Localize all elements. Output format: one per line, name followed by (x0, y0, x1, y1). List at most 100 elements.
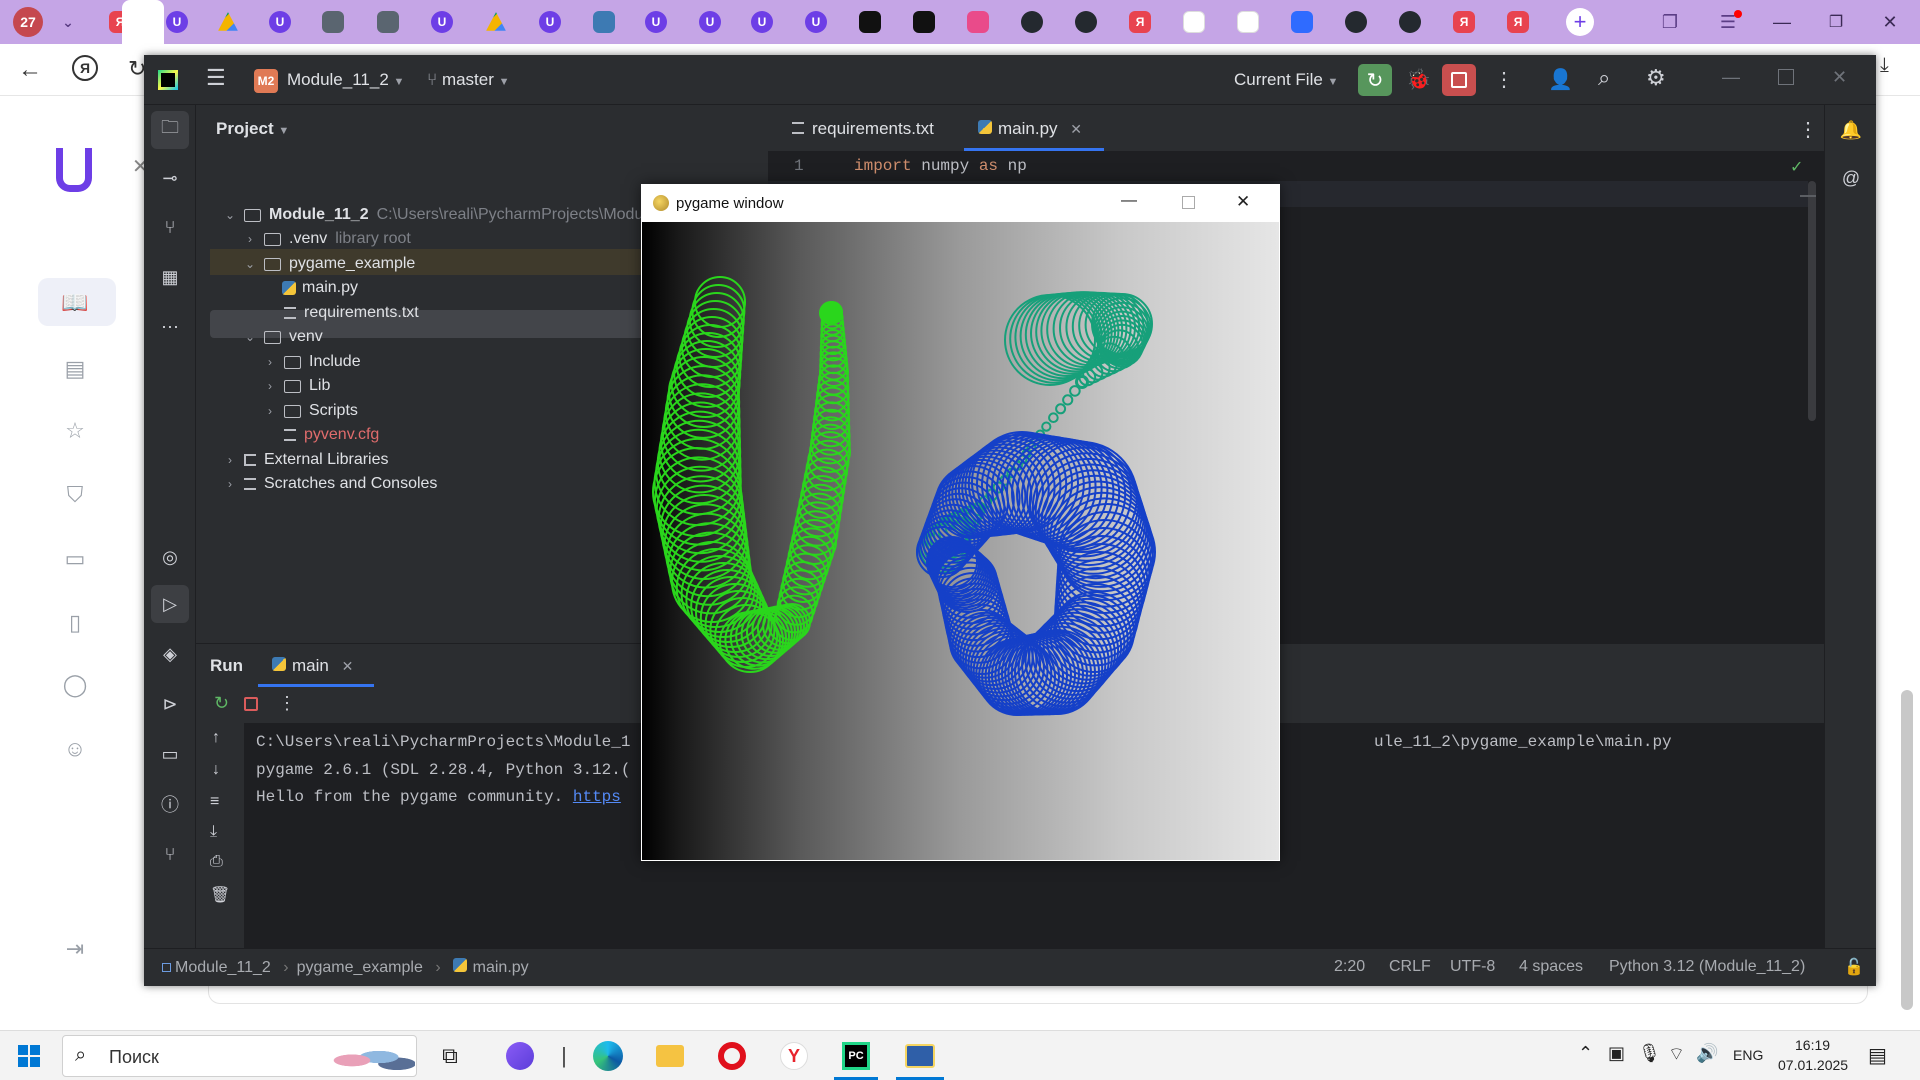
structure-icon[interactable]: ▦ (158, 265, 182, 289)
browser-tab-brand-u-icon[interactable]: U (748, 8, 776, 36)
breadcrumb-folder[interactable]: pygame_example (297, 959, 423, 976)
browser-tab-column-icon[interactable] (319, 8, 347, 36)
more-actions-icon[interactable]: ⋮ (1494, 67, 1514, 92)
window-restore-icon[interactable]: ❐ (1822, 8, 1850, 36)
chevron-right-icon[interactable]: › (222, 477, 238, 491)
ai-assistant-icon[interactable]: @ (1839, 166, 1863, 190)
tree-item-venv[interactable]: ⌄ venv (242, 324, 323, 350)
browser-tab-chat-icon[interactable] (1288, 8, 1316, 36)
run-tab-main[interactable]: main ✕ (268, 656, 353, 676)
collections-icon[interactable]: ❐ (1656, 8, 1684, 36)
browser-tab-brand-u-icon[interactable]: U (428, 8, 456, 36)
python-interpreter[interactable]: Python 3.12 (Module_11_2) (1609, 958, 1805, 976)
tab-requirements-txt[interactable]: requirements.txt (786, 119, 934, 139)
browser-tab-yandex-icon[interactable]: Я (1126, 8, 1154, 36)
browser-tab-github-icon[interactable] (1072, 8, 1100, 36)
ide-close-icon[interactable]: ✕ (1832, 67, 1847, 88)
tree-item-module-11-2[interactable]: ⌄ Module_11_2 C:\Users\reali\PycharmProjec… (222, 202, 699, 228)
terminal-icon[interactable]: ▭ (158, 742, 182, 766)
browser-tab-google-drive-icon[interactable] (214, 8, 242, 36)
pycharm-taskbar-icon[interactable]: PC (840, 1040, 872, 1072)
task-view-icon[interactable]: ⧉ (434, 1040, 466, 1072)
clock-time[interactable]: 16:19 (1795, 1037, 1830, 1053)
tree-item-external-libraries[interactable]: › External Libraries (222, 447, 389, 473)
run-tool-icon[interactable]: ▷ (158, 592, 182, 616)
browser-tab-kinopoisk-icon[interactable] (856, 8, 884, 36)
caret-position[interactable]: 2:20 (1334, 958, 1365, 976)
presentation-icon[interactable]: ▭ (58, 542, 92, 576)
logout-icon[interactable]: ⇥ (58, 932, 92, 966)
notifications-bell-icon[interactable]: 🔔 (1839, 118, 1863, 142)
pygame-canvas[interactable] (642, 222, 1279, 860)
ide-minimize-icon[interactable]: — (1722, 67, 1740, 88)
scroll-up-arrow-icon[interactable]: ↑ (212, 729, 220, 747)
tree-item-pyvenv-cfg[interactable]: pyvenv.cfg (262, 422, 379, 448)
readonly-lock-icon[interactable]: 🔓 (1844, 957, 1864, 977)
commit-icon[interactable]: ⊸ (158, 166, 182, 190)
chevron-right-icon[interactable]: › (262, 355, 278, 369)
pygame-maximize-icon[interactable] (1182, 196, 1195, 209)
input-language[interactable]: ENG (1733, 1047, 1763, 1063)
browser-tab-github-icon[interactable] (1342, 8, 1370, 36)
pygame-taskbar-icon[interactable] (904, 1040, 936, 1072)
console-link[interactable]: https (573, 788, 621, 806)
soft-wrap-icon[interactable]: ≡ (210, 793, 219, 811)
print-icon[interactable]: ⎙ (210, 853, 223, 871)
browser-tab-brand-u-icon[interactable]: U (163, 8, 191, 36)
breadcrumb-file[interactable]: main.py (473, 959, 529, 976)
tray-volume-icon[interactable]: 🔊 (1696, 1043, 1718, 1064)
run-more-icon[interactable]: ⋮ (278, 693, 296, 714)
chevron-down-icon[interactable]: ⌄ (242, 330, 258, 344)
line-separator[interactable]: CRLF (1389, 958, 1431, 976)
browser-tab-brand-u-icon[interactable]: U (696, 8, 724, 36)
edge-browser-icon[interactable] (592, 1040, 624, 1072)
smile-icon[interactable]: ☺ (58, 732, 92, 766)
opera-browser-icon[interactable] (716, 1040, 748, 1072)
chevron-right-icon[interactable]: › (242, 232, 258, 246)
stop-button[interactable] (1442, 64, 1476, 96)
yandex-browser-icon[interactable]: Y (778, 1040, 810, 1072)
site-logo-u-icon[interactable] (56, 148, 92, 192)
layers-icon[interactable]: ◈ (158, 642, 182, 666)
shield-icon[interactable]: ⛉ (58, 478, 92, 512)
run-config-selector[interactable]: Current File ▼ (1234, 70, 1338, 90)
tab-counter-badge[interactable]: 27 (13, 7, 43, 37)
project-panel-header[interactable]: Project ▼ (216, 119, 289, 139)
tree-item-scripts[interactable]: › Scripts (262, 398, 358, 424)
git-icon[interactable]: ⑂ (158, 842, 182, 866)
book-icon[interactable]: 📖 (58, 286, 92, 320)
file-explorer-icon[interactable] (654, 1040, 686, 1072)
trash-icon[interactable]: 🗑 (210, 885, 230, 905)
app-purple-icon[interactable] (504, 1040, 536, 1072)
tab-main-py[interactable]: main.py ✕ (974, 119, 1082, 139)
window-close-icon[interactable]: ✕ (1876, 8, 1904, 36)
run-tab-close-icon[interactable]: ✕ (342, 658, 354, 674)
browser-scrollbar[interactable] (1901, 690, 1913, 1010)
scroll-down-arrow-icon[interactable]: ↓ (212, 761, 220, 779)
browser-tab-brand-u-icon[interactable]: U (266, 8, 294, 36)
settings-gear-icon[interactable]: ⚙ (1646, 65, 1666, 91)
code-line-1[interactable]: 1 import numpy as np (768, 157, 1808, 181)
indent-setting[interactable]: 4 spaces (1519, 958, 1583, 976)
browser-tab-yandex-icon[interactable]: Я (1450, 8, 1478, 36)
clipboard-icon[interactable]: ▯ (58, 606, 92, 640)
browser-tab-google-drive-icon[interactable] (482, 8, 510, 36)
browser-tab-brand-u-icon[interactable]: U (802, 8, 830, 36)
windows-start-icon[interactable] (18, 1045, 40, 1067)
browser-tab-brand-badge-icon[interactable] (964, 8, 992, 36)
debug-bug-icon[interactable]: 🐞 (1406, 67, 1431, 92)
new-tab-button[interactable]: + (1566, 8, 1594, 36)
tree-item-lib[interactable]: › Lib (262, 373, 330, 399)
stop-icon[interactable] (244, 697, 258, 711)
browser-tab-brand-u-icon[interactable]: U (642, 8, 670, 36)
chevron-right-icon[interactable]: › (262, 404, 278, 418)
chevron-down-icon[interactable]: ⌄ (242, 257, 258, 271)
editor-tabs-more-icon[interactable]: ⋮ (1798, 117, 1818, 142)
clock-date[interactable]: 07.01.2025 (1778, 1057, 1848, 1073)
tree-item-main-py[interactable]: main.py (262, 275, 358, 301)
scroll-to-end-icon[interactable]: ⤓ (210, 823, 217, 841)
browser-tab-cube-icon[interactable] (1234, 8, 1262, 36)
browser-tab-kinopoisk-icon[interactable] (910, 8, 938, 36)
browser-tab-brand-u-icon[interactable]: U (536, 8, 564, 36)
notifications-menu-icon[interactable]: ☰ (1714, 8, 1742, 36)
